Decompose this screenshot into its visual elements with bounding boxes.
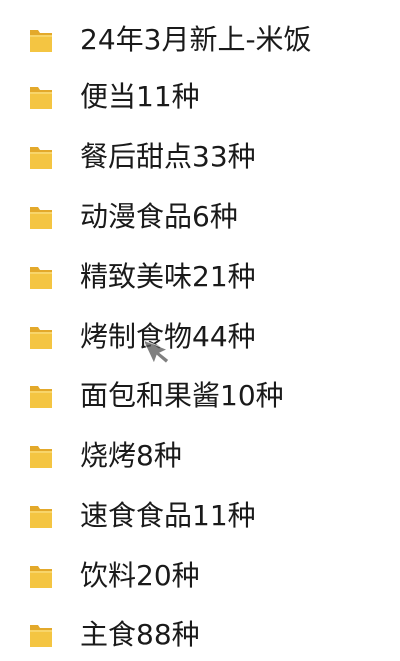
folder-icon bbox=[30, 30, 52, 52]
folder-item[interactable]: 餐后甜点33种 bbox=[28, 135, 388, 179]
folder-icon bbox=[30, 147, 52, 169]
folder-item[interactable]: 面包和果酱10种 bbox=[28, 374, 388, 418]
folder-label: 餐后甜点33种 bbox=[80, 140, 256, 173]
folder-icon bbox=[30, 386, 52, 408]
folder-icon bbox=[30, 267, 52, 289]
folder-label: 速食食品11种 bbox=[80, 499, 256, 532]
pointer-cursor-icon bbox=[145, 338, 170, 365]
folder-icon bbox=[30, 327, 52, 349]
folder-icon bbox=[30, 207, 52, 229]
folder-item[interactable]: 精致美味21种 bbox=[28, 255, 388, 299]
folder-label: 面包和果酱10种 bbox=[80, 379, 284, 412]
folder-label: 精致美味21种 bbox=[80, 260, 256, 293]
folder-icon bbox=[30, 446, 52, 468]
folder-item[interactable]: 烤制食物44种 bbox=[28, 315, 388, 359]
folder-item[interactable]: 24年3月新上-米饭 bbox=[28, 18, 388, 62]
folder-item[interactable]: 速食食品11种 bbox=[28, 494, 388, 538]
folder-label: 饮料20种 bbox=[80, 559, 200, 592]
folder-label: 动漫食品6种 bbox=[80, 200, 238, 233]
folder-label: 烧烤8种 bbox=[80, 439, 182, 472]
folder-label: 24年3月新上-米饭 bbox=[80, 23, 312, 56]
folder-item[interactable]: 动漫食品6种 bbox=[28, 195, 388, 239]
folder-item[interactable]: 饮料20种 bbox=[28, 554, 388, 598]
folder-item[interactable]: 烧烤8种 bbox=[28, 434, 388, 478]
folder-icon bbox=[30, 87, 52, 109]
folder-label: 便当11种 bbox=[80, 80, 200, 113]
folder-icon bbox=[30, 566, 52, 588]
folder-icon bbox=[30, 506, 52, 528]
folder-item[interactable]: 便当11种 bbox=[28, 75, 388, 119]
folder-label: 主食88种 bbox=[80, 618, 200, 651]
folder-icon bbox=[30, 625, 52, 647]
folder-list: 24年3月新上-米饭 便当11种 餐后甜点33种 动漫食品6种 精致美味21种 … bbox=[0, 0, 400, 661]
folder-item[interactable]: 主食88种 bbox=[28, 613, 388, 657]
